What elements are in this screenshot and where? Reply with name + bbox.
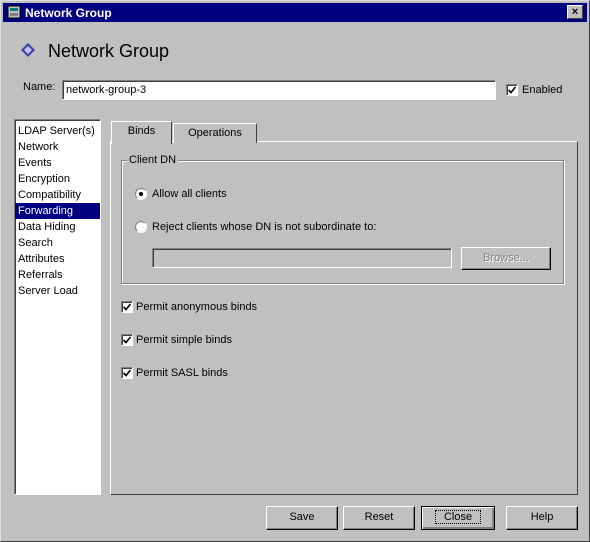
allow-all-label: Allow all clients [152,188,227,200]
close-button[interactable]: Close [421,506,495,530]
diamond-icon [21,43,35,57]
network-app-icon [7,5,21,19]
sidebar-item-data-hiding[interactable]: Data Hiding [15,219,100,235]
anonymous-binds-label: Permit anonymous binds [136,301,258,313]
client-dn-title: Client DN [127,154,179,166]
sidebar-item-compatibility[interactable]: Compatibility [15,187,100,203]
page-title: Network Group [48,41,170,61]
tab-binds[interactable]: Binds [111,121,172,144]
enabled-label: Enabled [522,84,563,96]
sidebar-item-referrals[interactable]: Referrals [15,267,100,283]
allow-all-radio[interactable] [135,188,147,200]
category-list[interactable]: LDAP Server(s) Network Events Encryption… [14,119,101,495]
title-bar[interactable]: Network Group × [3,3,587,22]
sasl-binds-label: Permit SASL binds [136,367,228,379]
close-button-label: Close [434,510,482,524]
reject-clients-radio[interactable] [135,221,147,233]
sidebar-item-encryption[interactable]: Encryption [15,171,100,187]
checkmark-icon [123,303,131,311]
window-title: Network Group [25,6,112,20]
sidebar-item-attributes[interactable]: Attributes [15,251,100,267]
name-label: Name: [23,81,56,93]
enabled-checkbox[interactable] [506,84,518,96]
checkmark-icon [508,86,516,94]
reset-button[interactable]: Reset [343,506,415,530]
anonymous-binds-checkbox[interactable] [121,301,133,313]
checkmark-icon [123,336,131,344]
dn-input[interactable] [152,248,452,268]
simple-binds-label: Permit simple binds [136,334,232,346]
save-button[interactable]: Save [266,506,338,530]
sidebar-item-search[interactable]: Search [15,235,100,251]
name-input[interactable] [62,80,496,100]
browse-button[interactable]: Browse... [461,247,551,270]
sasl-binds-checkbox[interactable] [121,367,133,379]
tab-operations[interactable]: Operations [173,123,257,143]
reject-clients-label: Reject clients whose DN is not subordina… [152,221,377,233]
simple-binds-checkbox[interactable] [121,334,133,346]
network-group-window: Network Group × Network Group Name: Enab… [0,0,590,542]
checkmark-icon [123,369,131,377]
sidebar-item-network[interactable]: Network [15,139,100,155]
sidebar-item-server-load[interactable]: Server Load [15,283,100,299]
sidebar-item-ldap-servers[interactable]: LDAP Server(s) [15,123,100,139]
close-icon[interactable]: × [567,5,583,19]
sidebar-item-events[interactable]: Events [15,155,100,171]
sidebar-item-forwarding[interactable]: Forwarding [15,203,100,219]
help-button[interactable]: Help [506,506,578,530]
